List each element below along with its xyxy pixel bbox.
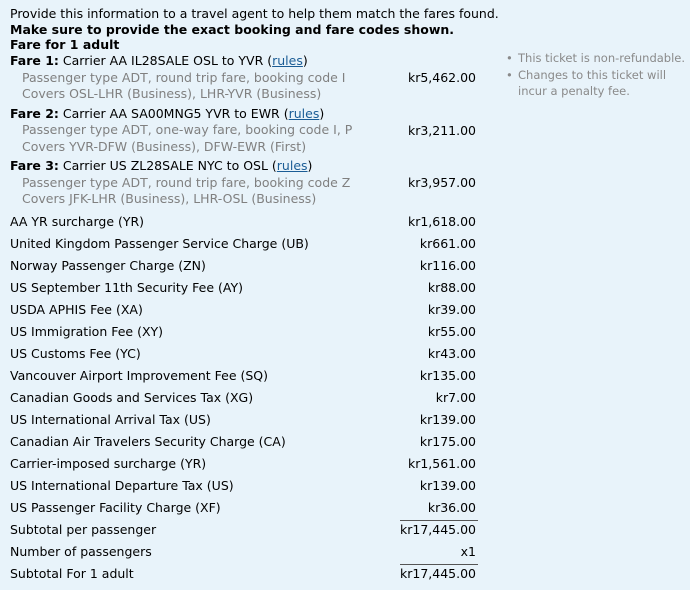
- charge-label: Carrier-imposed surcharge (YR): [10, 455, 207, 471]
- fare-paren: ): [319, 105, 325, 121]
- fare-details-panel: Provide this information to a travel age…: [10, 6, 685, 581]
- intro-warning: Make sure to provide the exact booking a…: [10, 21, 455, 37]
- bullet-icon: •: [506, 67, 513, 82]
- fare-breakdown: Fare 1: Carrier AA IL28SALE OSL to YVR (…: [10, 53, 478, 585]
- fare-heading: Fare 3: Carrier US ZL28SALE NYC to OSL (…: [10, 158, 478, 175]
- subtotal-row: Subtotal per passenger kr17,445.00: [10, 519, 478, 541]
- charge-label: United Kingdom Passenger Service Charge …: [10, 235, 309, 251]
- passengers-label: Number of passengers: [10, 543, 152, 559]
- charge-amount: kr43.00: [427, 345, 476, 361]
- charge-amount: kr88.00: [427, 279, 476, 295]
- fare-rules-link[interactable]: rules: [289, 106, 320, 121]
- fare-item: Fare 2: Carrier AA SA00MNG5 YVR to EWR (…: [10, 106, 478, 156]
- fare-heading: Fare 1: Carrier AA IL28SALE OSL to YVR (…: [10, 53, 478, 70]
- charge-label: Norway Passenger Charge (ZN): [10, 257, 206, 273]
- fare-description: Carrier US ZL28SALE NYC to OSL (: [58, 158, 277, 173]
- final-total-label: Subtotal For 1 adult: [10, 565, 134, 581]
- charge-amount: kr1,618.00: [407, 213, 476, 229]
- charge-label: US International Arrival Tax (US): [10, 411, 211, 427]
- fare-coverage-info: Covers JFK-LHR (Business), LHR-OSL (Busi…: [22, 191, 317, 206]
- charge-row: US Passenger Facility Charge (XF) kr36.00: [10, 497, 478, 519]
- fare-item: Fare 1: Carrier AA IL28SALE OSL to YVR (…: [10, 53, 478, 103]
- final-total-row: Subtotal For 1 adult kr17,445.00: [10, 563, 478, 585]
- fare-paren: ): [302, 53, 308, 68]
- fare-coverage-info: Covers OSL-LHR (Business), LHR-YVR (Busi…: [22, 86, 322, 101]
- ticket-notes: • This ticket is non-refundable. • Chang…: [506, 50, 686, 100]
- charge-label: AA YR surcharge (YR): [10, 213, 145, 229]
- fare-rules-link[interactable]: rules: [272, 53, 303, 68]
- charge-label: Vancouver Airport Improvement Fee (SQ): [10, 367, 269, 383]
- fare-label: Fare 1:: [10, 53, 59, 68]
- charge-label: US Passenger Facility Charge (XF): [10, 499, 221, 515]
- fare-description: Carrier AA IL28SALE OSL to YVR (: [58, 53, 273, 68]
- charge-amount: kr139.00: [419, 411, 476, 427]
- charge-amount: kr1,561.00: [407, 455, 476, 471]
- charge-amount: kr36.00: [427, 499, 476, 515]
- subtotal-amount: kr17,445.00: [400, 521, 476, 537]
- fare-description: Carrier AA SA00MNG5 YVR to EWR (: [58, 105, 289, 121]
- charge-row: AA YR surcharge (YR) kr1,618.00: [10, 211, 478, 233]
- charge-label: US September 11th Security Fee (AY): [10, 279, 243, 295]
- fare-amount: kr3,957.00: [407, 175, 476, 190]
- fare-amount: kr5,462.00: [407, 70, 476, 85]
- charge-label: Canadian Air Travelers Security Charge (…: [10, 433, 286, 449]
- fare-amount: kr3,211.00: [407, 122, 476, 138]
- charge-row: US September 11th Security Fee (AY) kr88.…: [10, 277, 478, 299]
- charge-amount: kr175.00: [419, 433, 476, 449]
- charge-row: Norway Passenger Charge (ZN) kr116.00: [10, 255, 478, 277]
- charge-row: US International Departure Tax (US) kr139…: [10, 475, 478, 497]
- charges-list: AA YR surcharge (YR) kr1,618.00 United Ki…: [10, 211, 478, 519]
- passengers-row: Number of passengers x1: [10, 541, 478, 563]
- note-text: This ticket is non-refundable.: [518, 51, 686, 65]
- charge-amount: kr55.00: [427, 323, 476, 339]
- charge-row: US International Arrival Tax (US) kr139.0…: [10, 409, 478, 431]
- charge-row: USDA APHIS Fee (XA) kr39.00: [10, 299, 478, 321]
- charge-row: Carrier-imposed surcharge (YR) kr1,561.00: [10, 453, 478, 475]
- charge-label: Canadian Goods and Services Tax (XG): [10, 389, 254, 405]
- fare-label: Fare 2:: [10, 105, 59, 121]
- bullet-icon: •: [506, 51, 513, 65]
- charge-amount: kr39.00: [427, 301, 476, 317]
- charge-row: US Immigration Fee (XY) kr55.00: [10, 321, 478, 343]
- charge-amount: kr7.00: [435, 389, 476, 405]
- charge-row: Vancouver Airport Improvement Fee (SQ) kr…: [10, 365, 478, 387]
- note-item: • This ticket is non-refundable.: [506, 50, 686, 67]
- final-total-amount: kr17,445.00: [400, 565, 476, 581]
- charge-label: US Immigration Fee (XY): [10, 323, 164, 339]
- charge-amount: kr661.00: [419, 235, 476, 251]
- charge-row: United Kingdom Passenger Service Charge …: [10, 233, 478, 255]
- fare-coverage-info: Covers YVR-DFW (Business), DFW-EWR (Firs…: [22, 138, 307, 154]
- charge-row: US Customs Fee (YC) kr43.00: [10, 343, 478, 365]
- charge-amount: kr135.00: [419, 367, 476, 383]
- charge-label: USDA APHIS Fee (XA): [10, 301, 143, 317]
- fare-item: Fare 3: Carrier US ZL28SALE NYC to OSL (…: [10, 158, 478, 208]
- charge-amount: kr116.00: [419, 257, 476, 273]
- note-text: Changes to this ticket will incur a pena…: [518, 67, 667, 99]
- intro-line: Provide this information to a travel age…: [10, 6, 499, 21]
- charge-amount: kr139.00: [419, 477, 476, 493]
- charge-row: Canadian Goods and Services Tax (XG) kr7.…: [10, 387, 478, 409]
- passengers-count: x1: [460, 543, 476, 559]
- fare-rules-link[interactable]: rules: [277, 158, 308, 173]
- charge-label: US International Departure Tax (US): [10, 477, 234, 493]
- note-item: • Changes to this ticket will incur a pe…: [506, 67, 686, 100]
- subtotal-label: Subtotal per passenger: [10, 521, 157, 537]
- charge-row: Canadian Air Travelers Security Charge (…: [10, 431, 478, 453]
- charge-label: US Customs Fee (YC): [10, 345, 141, 361]
- fare-label: Fare 3:: [10, 158, 59, 173]
- fare-paren: ): [307, 158, 313, 173]
- intro-text: Provide this information to a travel age…: [10, 6, 680, 53]
- fare-heading: Fare 2: Carrier AA SA00MNG5 YVR to EWR (…: [10, 106, 478, 123]
